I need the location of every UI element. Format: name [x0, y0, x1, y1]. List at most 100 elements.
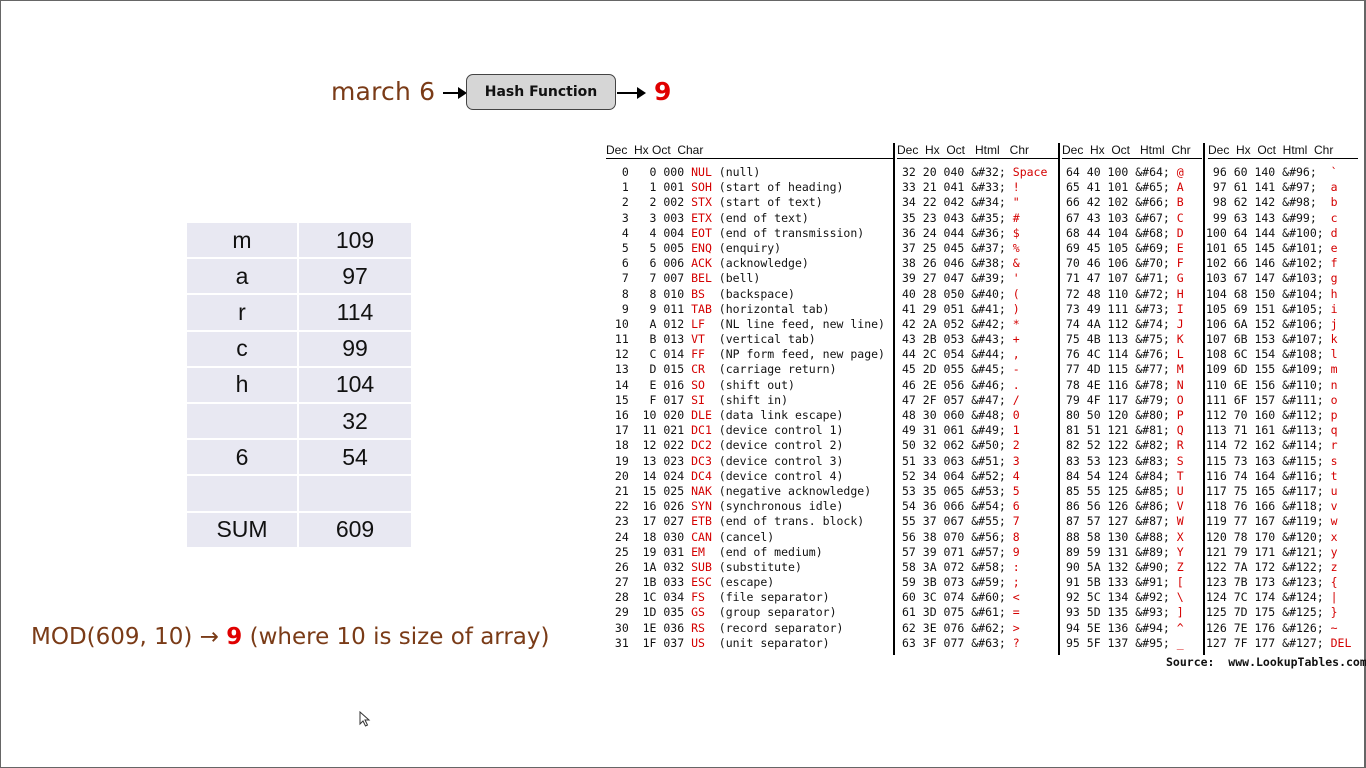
ascii-row: 14 E 016 SO (shift out)	[608, 378, 885, 393]
ascii-char: ETX	[691, 210, 712, 225]
ascii-row: 73 49 111 &#73; I	[1066, 302, 1184, 317]
ascii-char: C	[1176, 210, 1184, 225]
ascii-char: SOH	[691, 180, 712, 195]
ascii-char: :	[1012, 559, 1020, 574]
ascii-row: 23 17 027 ETB (end of trans. block)	[608, 514, 885, 529]
ascii-column-64-95: 64 40 100 &#64; @65 41 101 &#65; A 66 42 …	[1066, 165, 1184, 651]
ascii-codes: 58 3A 072 &#58;	[902, 559, 1013, 574]
ascii-row: 62 3E 076 &#62; >	[902, 621, 1047, 636]
ascii-char: %	[1012, 240, 1020, 255]
hash-output-value: 9	[654, 77, 672, 106]
ascii-codes: 87 57 127 &#87;	[1066, 514, 1177, 529]
ascii-row: 54 36 066 &#54; 6	[902, 499, 1047, 514]
ascii-codes: 80 50 120 &#80;	[1066, 408, 1177, 422]
ascii-codes: 114 72 162 &#114;	[1206, 438, 1331, 453]
ascii-char: DC2	[691, 438, 712, 453]
ascii-codes: 2 2 002	[608, 195, 692, 210]
ascii-codes: 66 42 102 &#66;	[1066, 195, 1177, 210]
ascii-row: 64 40 100 &#64; @	[1066, 165, 1184, 180]
ascii-codes: 49 31 061 &#49;	[902, 423, 1013, 438]
ascii-char: i	[1330, 301, 1338, 316]
ascii-row: 106 6A 152 &#106; j	[1206, 317, 1351, 332]
ascii-description: (end of medium)	[711, 544, 823, 559]
ascii-codes: 104 68 150 &#104;	[1206, 286, 1331, 301]
ascii-codes: 95 5F 137 &#95;	[1066, 635, 1177, 650]
ascii-codes: 47 2F 057 &#47;	[902, 392, 1013, 407]
ascii-row: 51 33 063 &#51; 3	[902, 454, 1047, 469]
code-cell: 114	[299, 295, 411, 332]
char-cell	[187, 403, 299, 441]
ascii-row: 13 D 015 CR (carriage return)	[608, 362, 885, 377]
ascii-codes: 13 D 015	[608, 362, 692, 377]
ascii-codes: 108 6C 154 &#108;	[1206, 347, 1331, 362]
ascii-row: 37 25 045 &#37; %	[902, 241, 1047, 256]
ascii-char: ]	[1176, 605, 1184, 620]
ascii-char: K	[1176, 332, 1184, 347]
ascii-codes: 16 10 020	[608, 408, 692, 422]
ascii-codes: 96 60 140 &#96;	[1206, 165, 1331, 179]
hash-function-label: Hash Function	[484, 84, 598, 100]
ascii-description: (bell)	[711, 271, 761, 286]
ascii-row: 125 7D 175 &#125; }	[1206, 605, 1351, 620]
ascii-row: 111 6F 157 &#111; o	[1206, 393, 1351, 408]
ascii-description: (start of text)	[711, 195, 823, 210]
char-cell: 6	[187, 440, 299, 477]
ascii-codes: 68 44 104 &#68;	[1066, 225, 1177, 240]
ascii-codes: 126 7E 176 &#126;	[1206, 620, 1331, 635]
ascii-codes: 59 3B 073 &#59;	[902, 575, 1013, 590]
ascii-char: m	[1330, 362, 1338, 377]
ascii-char: BEL	[691, 271, 712, 286]
mod-formula: MOD(609, 10) → 9 (where 10 is size of ar…	[31, 624, 549, 650]
ascii-char: FF	[691, 347, 712, 362]
ascii-char: NUL	[691, 165, 712, 179]
ascii-char: L	[1176, 347, 1184, 362]
ascii-codes: 15 F 017	[608, 392, 692, 407]
ascii-row: 10 A 012 LF (NL line feed, new line)	[608, 317, 885, 332]
ascii-description: (carriage return)	[711, 362, 837, 377]
ascii-column-control: 0 0 000 NUL (null) 1 1 001 SOH (start of…	[608, 165, 885, 651]
ascii-row: 81 51 121 &#81; Q	[1066, 423, 1184, 438]
ascii-codes: 53 35 065 &#53;	[902, 483, 1013, 498]
ascii-row: 29 1D 035 GS (group separator)	[608, 605, 885, 620]
ascii-codes: 81 51 121 &#81;	[1066, 423, 1177, 438]
ascii-char: +	[1012, 332, 1020, 347]
ascii-description: (record separator)	[711, 620, 844, 635]
char-table-row: SUM 609	[187, 512, 411, 549]
ascii-codes: 110 6E 156 &#110;	[1206, 377, 1331, 392]
ascii-codes: 36 24 044 &#36;	[902, 225, 1013, 240]
ascii-char: DC3	[691, 453, 712, 468]
ascii-row: 49 31 061 &#49; 1	[902, 423, 1047, 438]
ascii-row: 71 47 107 &#71; G	[1066, 271, 1184, 286]
ascii-row: 42 2A 052 &#42; *	[902, 317, 1047, 332]
ascii-row: 114 72 162 &#114; r	[1206, 438, 1351, 453]
ascii-codes: 31 1F 037	[608, 635, 692, 650]
hash-function-box: Hash Function	[466, 74, 616, 110]
ascii-codes: 12 C 014	[608, 347, 692, 362]
ascii-codes: 88 58 130 &#88;	[1066, 529, 1177, 544]
ascii-char: "	[1012, 195, 1020, 210]
ascii-description: (enquiry)	[711, 240, 782, 255]
ascii-row: 107 6B 153 &#107; k	[1206, 332, 1351, 347]
ascii-description: (end of trans. block)	[711, 514, 865, 529]
ascii-row: 53 35 065 &#53; 5	[902, 484, 1047, 499]
ascii-column-32-63: 32 20 040 &#32; Space 33 21 041 &#33; ! 34…	[902, 165, 1047, 651]
ascii-row: 63 3F 077 &#63; ?	[902, 636, 1047, 651]
ascii-row: 95 5F 137 &#95; _	[1066, 636, 1184, 651]
ascii-codes: 11 B 013	[608, 332, 692, 347]
ascii-codes: 105 69 151 &#105;	[1206, 301, 1331, 316]
ascii-char: 9	[1012, 544, 1020, 559]
code-cell	[299, 476, 411, 513]
ascii-char: ETB	[691, 514, 712, 529]
ascii-row: 50 32 062 &#50; 2	[902, 438, 1047, 453]
ascii-row: 20 14 024 DC4 (device control 4)	[608, 469, 885, 484]
ascii-char: ENQ	[691, 240, 712, 255]
ascii-codes: 6 6 006	[608, 256, 692, 271]
ascii-char: X	[1176, 529, 1184, 544]
ascii-description: (end of text)	[711, 210, 809, 225]
ascii-row: 72 48 110 &#72; H	[1066, 287, 1184, 302]
ascii-row: 7 7 007 BEL (bell)	[608, 271, 885, 286]
ascii-codes: 37 25 045 &#37;	[902, 240, 1013, 255]
ascii-description: (NL line feed, new line)	[711, 316, 885, 331]
ascii-row: 31 1F 037 US (unit separator)	[608, 636, 885, 651]
char-table-row: c 99	[187, 331, 411, 368]
